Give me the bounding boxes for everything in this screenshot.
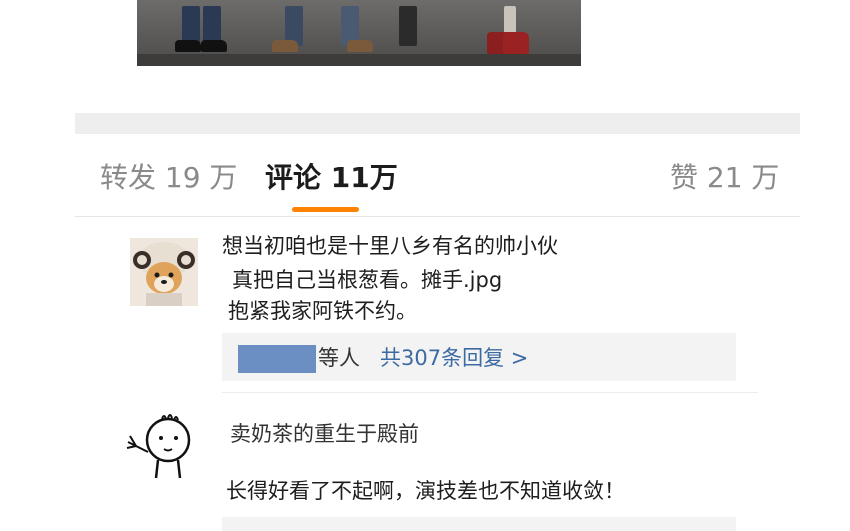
view-replies-link[interactable]: 共307条回复 >	[380, 343, 528, 373]
image-leg	[399, 6, 417, 46]
comment-username[interactable]: 想当初咱也是十里八乡有名的帅小伙	[222, 232, 558, 260]
tab-repost[interactable]: 转发 19 万	[100, 158, 237, 198]
image-boot	[503, 32, 529, 54]
image-shoe	[175, 40, 201, 52]
image-shoe	[201, 40, 227, 52]
comment-divider	[222, 392, 758, 393]
comment-text-line: 长得好看了不起啊，演技差也不知道收敛！	[226, 479, 625, 503]
tab-like[interactable]: 赞 21 万	[670, 158, 779, 198]
image-shoe	[347, 40, 373, 52]
reply-summary-partial[interactable]	[222, 517, 736, 531]
image-floor	[137, 54, 581, 66]
image-shoe	[272, 40, 298, 52]
active-tab-indicator	[292, 207, 359, 212]
tab-comment[interactable]: 评论 11万	[265, 158, 398, 198]
dog-avatar[interactable]	[130, 238, 198, 306]
reply-people-label: 等人	[318, 346, 360, 370]
post-image[interactable]	[137, 0, 581, 66]
section-divider	[75, 113, 800, 134]
comment-text-line: 真把自己当根葱看。摊手.jpg	[232, 268, 503, 292]
doodle-avatar[interactable]	[122, 408, 200, 480]
comment-text-line: 抱紧我家阿铁不约。	[228, 299, 417, 323]
tabs-divider	[75, 216, 800, 217]
redacted-username	[238, 345, 316, 373]
comment-username[interactable]: 卖奶茶的重生于殿前	[230, 420, 419, 448]
